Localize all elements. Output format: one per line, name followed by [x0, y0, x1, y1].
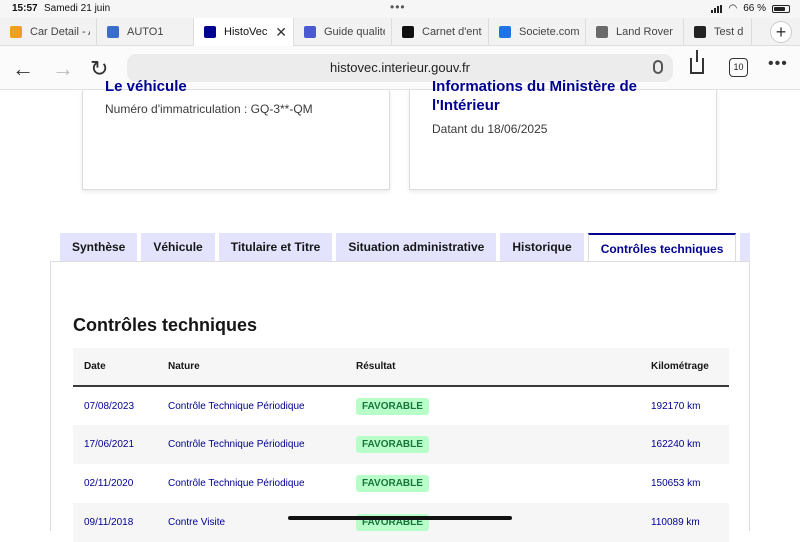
- table-row: 17/06/2021 Contrôle Technique Périodique F…: [73, 425, 729, 464]
- ministry-card-title-1: Informations du Ministère de: [432, 78, 638, 95]
- more-menu-icon[interactable]: •••: [768, 55, 788, 73]
- tab-count-button[interactable]: 10: [729, 58, 748, 77]
- signal-icon: [711, 4, 723, 13]
- cell-nature: Contre Visite: [168, 517, 226, 528]
- microphone-icon[interactable]: [653, 60, 663, 74]
- auto1-icon: [107, 26, 119, 38]
- guide-icon: [304, 26, 316, 38]
- table-header-row: Date Nature Résultat Kilométrage: [73, 348, 729, 386]
- cell-nature: Contrôle Technique Périodique: [168, 478, 305, 489]
- wifi-icon: ◠: [728, 3, 738, 14]
- cell-result: FAVORABLE: [345, 503, 640, 542]
- vehicle-card-title: Le véhicule: [105, 78, 187, 95]
- browser-tab-label: Test d: [714, 26, 744, 38]
- ministry-card: Informations du Ministère de l'Intérieur…: [409, 78, 717, 190]
- vehicle-card: Le véhicule Numéro d'immatriculation : G…: [82, 78, 390, 190]
- browser-tab-label: AUTO1: [127, 26, 164, 38]
- browser-tab-label: Carnet d'entr: [422, 26, 482, 38]
- ministry-card-date: Datant du 18/06/2025: [432, 122, 548, 136]
- report-tab[interactable]: Contrôles techniques: [587, 233, 737, 261]
- ministry-card-title-2: l'Intérieur: [432, 97, 500, 114]
- cell-nature: Contrôle Technique Périodique: [168, 400, 305, 412]
- new-tab-button[interactable]: +: [770, 21, 792, 43]
- battery-label: 66 %: [743, 3, 766, 14]
- cell-mileage: 192170 km: [651, 400, 701, 412]
- multitask-dots-icon[interactable]: •••: [390, 0, 406, 14]
- cell-result: FAVORABLE: [345, 425, 640, 464]
- cell-date: 07/08/2023: [84, 400, 135, 412]
- browser-tab-label: HistoVec: [224, 26, 268, 38]
- cell-date: 09/11/2018: [84, 517, 134, 528]
- close-tab-icon[interactable]: ✕: [275, 24, 287, 41]
- share-icon[interactable]: [690, 50, 704, 74]
- browser-tab-bar: Car Detail - A AUTO1 HistoVec ✕ Guide qualit…: [0, 18, 800, 46]
- browser-tab[interactable]: Test d: [684, 18, 752, 46]
- browser-tab-label: Car Detail - A: [30, 26, 90, 38]
- report-tab[interactable]: Titulaire et Titre: [218, 233, 333, 261]
- tab-panel: Contrôles techniques Date Nature Résulta…: [50, 261, 750, 542]
- report-tab[interactable]: Historique: [500, 233, 584, 261]
- inspections-table: Date Nature Résultat Kilométrage 07/08/2…: [73, 348, 729, 542]
- flag-fr-icon: [204, 26, 216, 38]
- table-row: 09/11/2018 Contre Visite FAVORABLE 110089 k…: [73, 503, 729, 542]
- status-badge: FAVORABLE: [356, 436, 429, 453]
- status-badge: FAVORABLE: [356, 475, 429, 492]
- forward-arrow-icon[interactable]: →: [52, 56, 74, 82]
- header-nature: Nature: [168, 361, 200, 372]
- test-icon: [694, 26, 706, 38]
- report-tab[interactable]: Véhicule: [141, 233, 215, 261]
- report-tab[interactable]: Synthèse: [60, 233, 138, 261]
- report-tabs: Synthèse Véhicule Titulaire et Titre Situat…: [60, 233, 750, 261]
- cell-nature: Contrôle Technique Périodique: [168, 439, 305, 450]
- header-result: Résultat: [356, 361, 396, 372]
- cell-mileage: 162240 km: [651, 439, 701, 450]
- browser-tab-label: Societe.com: [519, 26, 579, 38]
- section-title: Contrôles techniques: [73, 315, 258, 335]
- table-row: 07/08/2023 Contrôle Technique Périodique F…: [73, 386, 729, 425]
- table-row: 02/11/2020 Contrôle Technique Périodique F…: [73, 464, 729, 503]
- browser-tab[interactable]: AUTO1: [97, 18, 194, 46]
- status-right: ◠ 66 %: [711, 3, 790, 14]
- status-time: 15:57: [12, 3, 38, 14]
- cell-result: FAVORABLE: [345, 464, 640, 503]
- browser-tab[interactable]: Land Rover: [586, 18, 684, 46]
- report-tab[interactable]: Situation administrative: [336, 233, 497, 261]
- browser-tab-label: Land Rover: [616, 26, 673, 38]
- report-tab[interactable]: Kilo: [740, 233, 750, 261]
- back-arrow-icon[interactable]: ←: [12, 56, 34, 82]
- cell-date: 17/06/2021: [84, 439, 135, 450]
- status-badge: FAVORABLE: [356, 397, 429, 415]
- home-indicator[interactable]: [288, 516, 512, 520]
- browser-tab[interactable]: Guide qualité: [294, 18, 392, 46]
- browser-tab[interactable]: HistoVec ✕: [194, 18, 294, 46]
- browser-tab[interactable]: Carnet d'entr: [392, 18, 489, 46]
- browser-tab-label: Guide qualité: [324, 26, 385, 38]
- land-rover-icon: [596, 26, 608, 38]
- status-date: Samedi 21 juin: [44, 3, 111, 14]
- cell-mileage: 110089 km: [651, 517, 700, 528]
- battery-icon: [772, 4, 790, 13]
- cell-result: FAVORABLE: [345, 386, 640, 425]
- carnet-icon: [402, 26, 414, 38]
- info-icon: [499, 26, 511, 38]
- cell-date: 02/11/2020: [84, 478, 134, 489]
- browser-tab[interactable]: Car Detail - A: [0, 18, 97, 46]
- registration-number: Numéro d'immatriculation : GQ-3**-QM: [105, 102, 313, 116]
- status-bar: 15:57 Samedi 21 juin ••• ◠ 66 %: [0, 0, 800, 18]
- battery-fill: [774, 6, 785, 11]
- header-date: Date: [84, 361, 106, 372]
- browser-tab[interactable]: Societe.com: [489, 18, 586, 46]
- cell-mileage: 150653 km: [651, 478, 701, 489]
- url-text: histovec.interieur.gouv.fr: [330, 60, 470, 75]
- header-mileage: Kilométrage: [651, 361, 709, 372]
- car-detail-icon: [10, 26, 22, 38]
